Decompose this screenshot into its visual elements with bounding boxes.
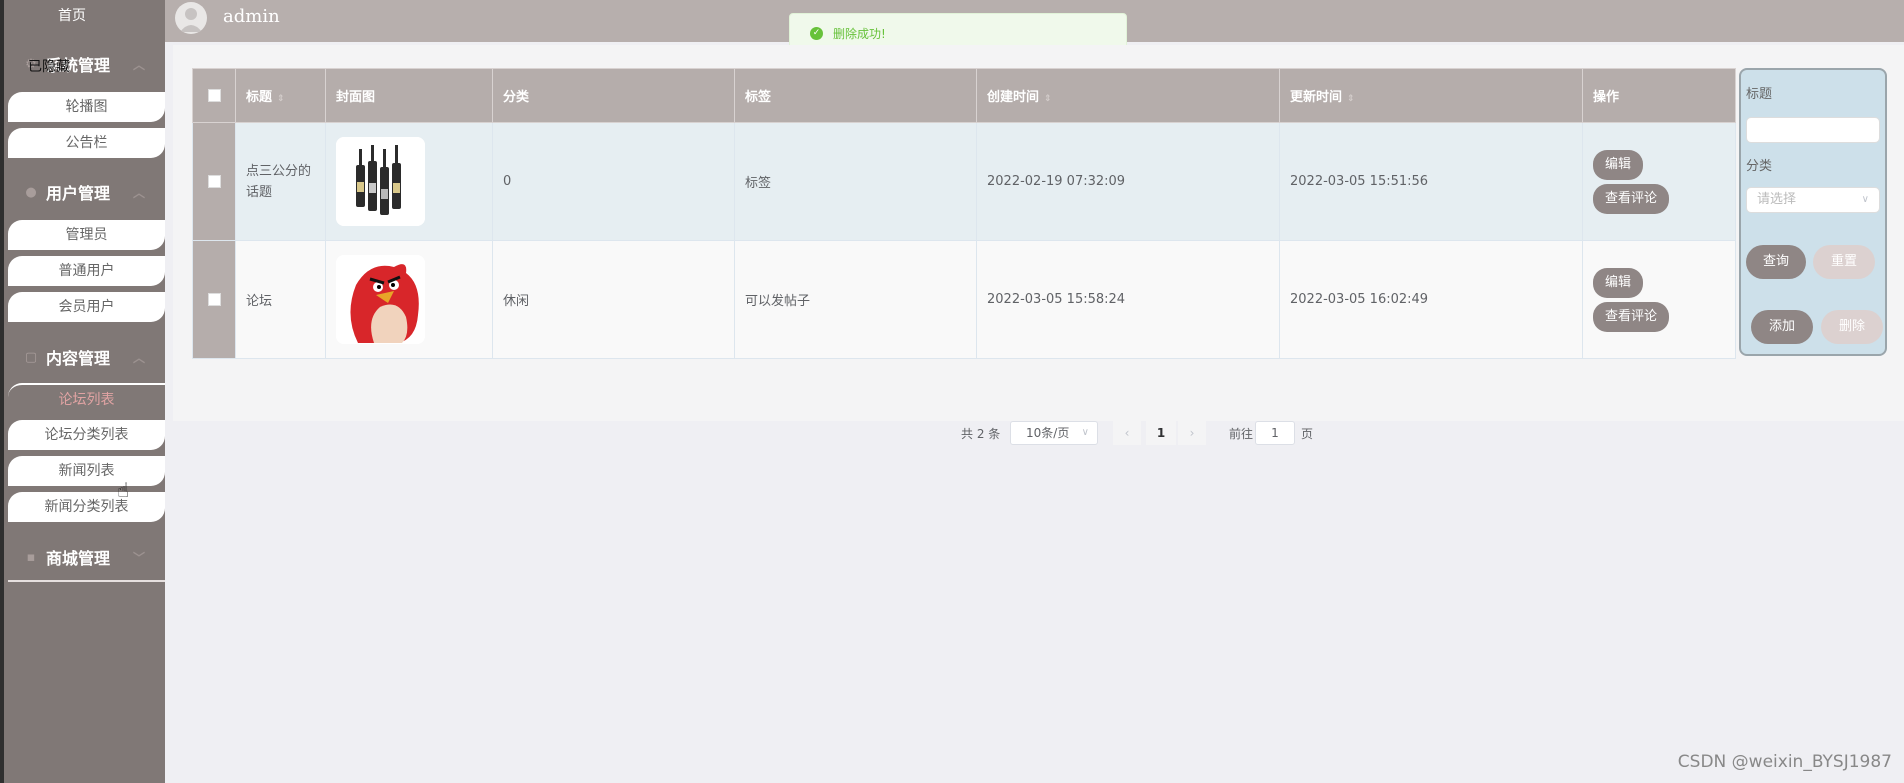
select-all-checkbox[interactable] <box>207 89 221 102</box>
table-row: 论坛 休闲 可以发帖子 2022-03-05 15:58:24 2022-03-… <box>192 240 1736 359</box>
add-button[interactable]: 添加 <box>1751 310 1813 344</box>
sidebar-item-news-list[interactable]: 新闻列表 <box>8 456 165 486</box>
select-all-cell <box>192 68 236 123</box>
cell-category: 0 <box>492 122 735 241</box>
page-size-select[interactable]: 10条/页 ∨ <box>1010 421 1098 445</box>
edit-button[interactable]: 编辑 <box>1593 149 1644 180</box>
sidebar-item-member-users[interactable]: 会员用户 <box>8 292 165 322</box>
sort-icon[interactable]: ⇕ <box>1044 94 1052 104</box>
reset-button[interactable]: 重置 <box>1813 245 1875 279</box>
cell-tag: 可以发帖子 <box>734 240 977 359</box>
column-header-created[interactable]: 创建时间 ⇕ <box>976 68 1280 123</box>
sidebar-item-carousel[interactable]: 轮播图 <box>8 92 165 122</box>
category-filter-select[interactable]: 请选择 ∨ <box>1746 187 1880 213</box>
sidebar-overlay-text: 已隐藏 <box>28 59 70 75</box>
sidebar-item-admins[interactable]: 管理员 <box>8 220 165 250</box>
prev-page-button[interactable]: ‹ <box>1113 421 1141 445</box>
title-filter-input[interactable] <box>1746 117 1880 143</box>
column-header-actions: 操作 <box>1582 68 1736 123</box>
column-header-category: 分类 <box>492 68 735 123</box>
pagination-total: 共 2 条 <box>961 427 1001 441</box>
data-table: 标题⇕ 封面图 分类 标签 创建时间⇕ 更新时间⇕ 操作 点三公分的话题 <box>192 68 1736 359</box>
column-header-updated[interactable]: 更新时间 ⇕ <box>1279 68 1583 123</box>
view-comments-button[interactable]: 查看评论 <box>1593 183 1670 214</box>
sidebar-item-news-category[interactable]: 新闻分类列表 <box>8 492 165 522</box>
cell-title: 论坛 <box>235 240 326 359</box>
delete-button[interactable]: 删除 <box>1821 310 1883 344</box>
sidebar-item-forum-list[interactable]: 论坛列表 <box>8 383 165 413</box>
view-comments-button[interactable]: 查看评论 <box>1593 301 1670 332</box>
cell-created: 2022-02-19 07:32:09 <box>976 122 1280 241</box>
sidebar-item-forum-category[interactable]: 论坛分类列表 <box>8 420 165 450</box>
jump-label: 前往 <box>1229 427 1254 441</box>
row-select-cell <box>192 122 236 241</box>
cell-created: 2022-03-05 15:58:24 <box>976 240 1280 359</box>
cell-updated: 2022-03-05 15:51:56 <box>1279 122 1583 241</box>
cover-image-wine-bottles[interactable] <box>336 137 425 226</box>
chevron-down-icon: ﹀ <box>132 550 145 565</box>
cell-tag: 标签 <box>734 122 977 241</box>
sidebar-group-label: 用户管理 <box>46 184 111 203</box>
chevron-up-icon: ︿ <box>132 57 145 72</box>
table-header-row: 标题 ⇕ 封面图 分类 标签 创建时间 ⇕ 更新时间 ⇕ 操作 <box>192 68 1736 123</box>
sidebar-item-home[interactable]: 首页 <box>8 5 136 25</box>
column-header-title[interactable]: 标题 ⇕ <box>235 68 326 123</box>
cell-actions: 编辑 查看评论 <box>1582 122 1736 241</box>
table-row: 点三公分的话题 0 标签 2022-02-19 07:32:09 2022-03… <box>192 122 1736 241</box>
user-icon: ● <box>25 184 37 200</box>
sidebar-group-label: 商城管理 <box>46 549 111 568</box>
page-number-current[interactable]: 1 <box>1146 421 1176 445</box>
category-filter-label: 分类 <box>1746 159 1773 174</box>
toast-message: 删除成功! <box>833 26 886 41</box>
jump-page-input[interactable]: 1 <box>1255 421 1295 445</box>
pagination: 共 2 条 10条/页 ∨ ‹ 1 › 前往 1 页 <box>173 421 1904 445</box>
sidebar-divider <box>8 580 165 582</box>
cell-actions: 编辑 查看评论 <box>1582 240 1736 359</box>
chevron-up-icon: ︿ <box>132 185 145 200</box>
cover-image-red-bird[interactable] <box>336 255 425 344</box>
page-suffix: 页 <box>1301 427 1314 441</box>
shop-icon: ▪ <box>26 549 36 565</box>
watermark: CSDN @weixin_BYSJ1987 <box>1677 752 1892 772</box>
hand-cursor-icon: ☝ <box>117 478 130 502</box>
edit-button[interactable]: 编辑 <box>1593 267 1644 298</box>
sidebar-group-users[interactable]: ● 用户管理 ︿ <box>8 172 165 212</box>
sidebar: 首页 ⚙ 系统管理 ︿ 已隐藏 轮播图 公告栏 ● 用户管理 ︿ 管理员 普通用… <box>0 0 165 783</box>
sort-icon[interactable]: ⇕ <box>1347 94 1355 104</box>
row-checkbox[interactable] <box>207 175 221 188</box>
search-button[interactable]: 查询 <box>1746 245 1806 279</box>
username: admin <box>223 6 280 27</box>
sidebar-item-normal-users[interactable]: 普通用户 <box>8 256 165 286</box>
cell-updated: 2022-03-05 16:02:49 <box>1279 240 1583 359</box>
avatar[interactable] <box>175 2 207 34</box>
column-header-tag: 标签 <box>734 68 977 123</box>
sort-icon[interactable]: ⇕ <box>277 94 285 104</box>
cell-cover <box>325 122 493 241</box>
chat-icon: ▢ <box>24 349 38 365</box>
cell-cover <box>325 240 493 359</box>
column-header-cover: 封面图 <box>325 68 493 123</box>
chevron-down-icon: ∨ <box>1081 427 1089 438</box>
chevron-down-icon: ∨ <box>1861 194 1869 205</box>
sidebar-item-notice[interactable]: 公告栏 <box>8 128 165 158</box>
cell-title: 点三公分的话题 <box>235 122 326 241</box>
title-filter-label: 标题 <box>1746 87 1773 102</box>
search-panel: 标题 分类 请选择 ∨ 查询 重置 添加 删除 <box>1739 68 1887 356</box>
next-page-button[interactable]: › <box>1178 421 1206 445</box>
chevron-up-icon: ︿ <box>132 350 145 365</box>
sidebar-group-label: 内容管理 <box>46 349 111 368</box>
sidebar-group-shop[interactable]: ▪ 商城管理 ﹀ <box>8 537 165 577</box>
check-circle-icon: ✓ <box>810 26 823 40</box>
main-content: 标题⇕ 封面图 分类 标签 创建时间⇕ 更新时间⇕ 操作 点三公分的话题 <box>173 45 1904 445</box>
row-select-cell <box>192 240 236 359</box>
sidebar-group-content[interactable]: ▢ 内容管理 ︿ <box>8 337 165 377</box>
cell-category: 休闲 <box>492 240 735 359</box>
row-checkbox[interactable] <box>207 293 221 306</box>
